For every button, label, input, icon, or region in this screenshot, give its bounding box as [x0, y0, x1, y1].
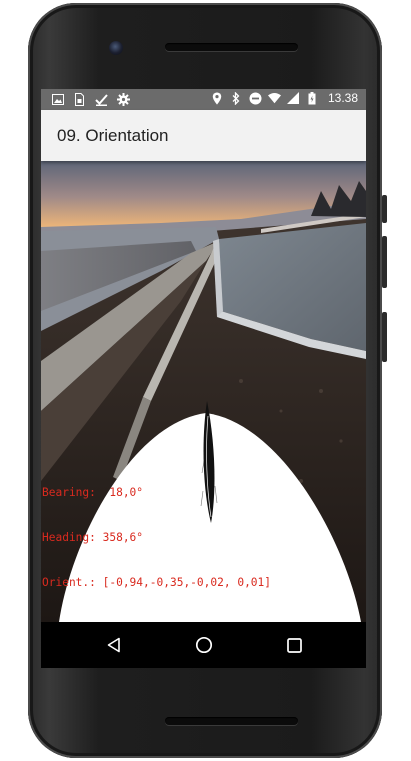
page-title: 09. Orientation — [57, 126, 169, 145]
navigation-bar — [41, 622, 366, 668]
recents-icon[interactable] — [283, 634, 305, 656]
volume-down-button — [382, 236, 387, 288]
image-icon — [51, 92, 64, 106]
status-bar: 13.38 — [41, 89, 366, 110]
bearing-text: Bearing: 18,0° — [42, 486, 144, 499]
heading-text: Heading: 358,6° — [42, 531, 144, 544]
orient-text: Orient.: [-0,94,-0,35,-0,02, 0,01] — [42, 576, 272, 589]
app-bar: 09. Orientation — [41, 110, 366, 161]
settings-gear-icon — [117, 92, 130, 106]
bottom-speaker-grille — [165, 717, 298, 725]
do-not-disturb-icon — [249, 91, 262, 105]
sim-card-icon — [73, 92, 86, 106]
screen: 13.38 09. Orientation Bearing: 18,0° Hea… — [41, 89, 366, 668]
check-download-icon — [95, 92, 108, 106]
back-icon[interactable] — [103, 634, 125, 656]
status-clock: 13.38 — [327, 91, 358, 105]
signal-icon — [287, 91, 300, 105]
sensor-readout: Bearing: 18,0° Heading: 358,6° Orient.: … — [42, 455, 271, 620]
front-camera — [109, 41, 123, 55]
battery-charging-icon — [306, 91, 319, 105]
home-icon[interactable] — [193, 634, 215, 656]
camera-preview: Bearing: 18,0° Heading: 358,6° Orient.: … — [41, 161, 366, 622]
bluetooth-icon — [230, 91, 243, 105]
top-speaker-grille — [165, 43, 298, 51]
wifi-icon — [267, 91, 281, 105]
volume-up-button — [382, 195, 387, 223]
location-icon — [211, 91, 224, 105]
power-button — [382, 312, 387, 362]
